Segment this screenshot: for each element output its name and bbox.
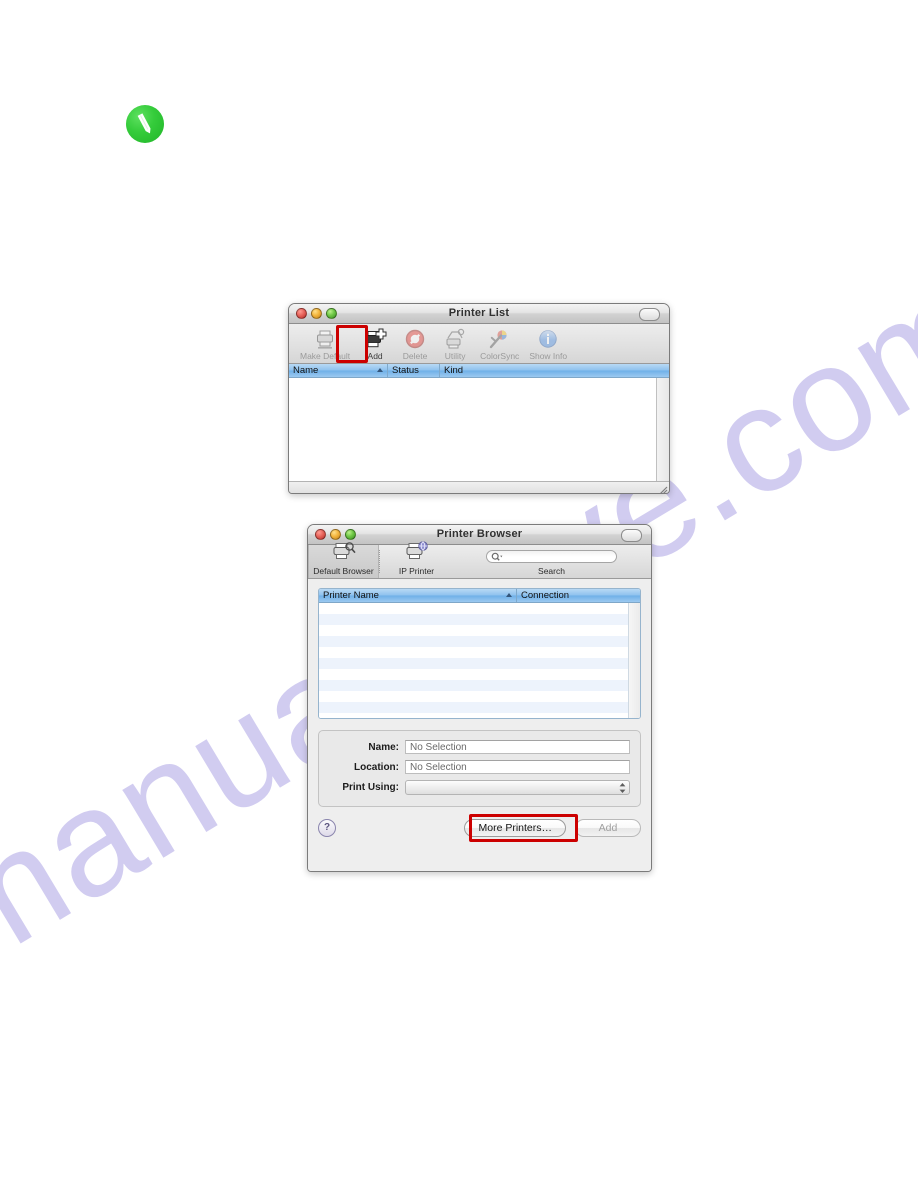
close-button[interactable] [315, 529, 326, 540]
print-using-select[interactable] [405, 780, 630, 795]
minimize-button[interactable] [330, 529, 341, 540]
printer-list-title: Printer List [448, 307, 510, 319]
help-button[interactable]: ? [318, 819, 336, 837]
column-header-printer-name-label: Printer Name [323, 590, 379, 601]
toolbar-toggle-button[interactable] [639, 308, 660, 321]
printer-list-column-headers: Name Status Kind [289, 364, 669, 378]
toolbar-show-info-button[interactable]: Show Info [524, 327, 572, 362]
name-field[interactable]: No Selection [405, 740, 630, 754]
printer-default-icon [314, 328, 336, 350]
field-row-print-using: Print Using: [329, 780, 630, 795]
column-header-connection-label: Connection [521, 590, 570, 601]
sort-ascending-icon [506, 593, 512, 597]
list-item[interactable] [319, 702, 640, 713]
printer-browser-column-headers: Printer Name Connection [319, 589, 640, 603]
search-input[interactable] [486, 550, 617, 563]
toolbar-add-label: Add [367, 351, 383, 361]
colorsync-icon [488, 328, 512, 350]
list-item[interactable] [319, 691, 640, 702]
toolbar-show-info-label: Show Info [529, 351, 568, 361]
column-header-kind-label: Kind [444, 365, 464, 376]
location-field[interactable]: No Selection [405, 760, 630, 774]
list-item[interactable] [319, 636, 640, 647]
printer-browser-list-scrollbar[interactable] [628, 603, 640, 718]
window-traffic-lights [315, 529, 356, 540]
printer-browser-title: Printer Browser [436, 528, 523, 540]
toolbar-colorsync-button[interactable]: ColorSync [475, 327, 524, 362]
print-using-label: Print Using: [342, 782, 399, 793]
tab-ip-printer-label: IP Printer [398, 566, 435, 576]
column-header-connection[interactable]: Connection [516, 589, 640, 602]
stepper-arrows-icon [619, 783, 626, 793]
printer-list-titlebar[interactable]: Printer List [289, 304, 669, 324]
minimize-button[interactable] [311, 308, 322, 319]
add-printer-button[interactable]: Add [575, 819, 641, 837]
search-area: Search [452, 545, 651, 578]
printer-info-panel: Name: No Selection Location: No Selectio… [318, 730, 641, 807]
toolbar-add-button[interactable]: Add [355, 327, 395, 362]
more-printers-button[interactable]: More Printers… [464, 819, 566, 837]
list-item[interactable] [319, 603, 640, 614]
printer-browser-list-rows[interactable] [319, 603, 640, 718]
column-header-kind[interactable]: Kind [439, 364, 657, 377]
printer-list-toolbar: Make Default Add Delete Utility ColorSyn… [289, 324, 669, 364]
column-header-name[interactable]: Name [289, 364, 387, 377]
column-header-status[interactable]: Status [387, 364, 439, 377]
toolbar-delete-button[interactable]: Delete [395, 327, 435, 362]
printer-browser-body: Printer Name Connection Name: No Selecti… [308, 579, 651, 871]
sort-ascending-icon [377, 368, 383, 372]
list-item[interactable] [319, 658, 640, 669]
tab-default-browser[interactable]: Default Browser [308, 542, 379, 578]
printer-list-footer [289, 482, 669, 494]
info-circle-icon [537, 328, 559, 350]
printer-ip-icon [404, 541, 430, 565]
printer-add-icon [363, 328, 387, 350]
printer-browser-toolbar: Default Browser IP Printer Search [308, 541, 651, 579]
toolbar-delete-label: Delete [402, 351, 428, 361]
zoom-button[interactable] [326, 308, 337, 319]
search-magnifier-icon [491, 552, 503, 561]
toolbar-make-default-button[interactable]: Make Default [295, 327, 355, 362]
window-traffic-lights [296, 308, 337, 319]
printer-browse-icon [331, 541, 357, 565]
resize-grip-icon[interactable] [656, 484, 668, 494]
printer-browser-window[interactable]: Printer Browser Default Browser IP Print… [307, 524, 652, 872]
green-pencil-note-icon [126, 105, 164, 143]
column-header-status-label: Status [392, 365, 419, 376]
tab-default-browser-label: Default Browser [313, 566, 374, 576]
column-header-name-label: Name [293, 365, 319, 376]
list-item[interactable] [319, 647, 640, 658]
toolbar-utility-button[interactable]: Utility [435, 327, 475, 362]
toolbar-utility-label: Utility [444, 351, 466, 361]
toolbar-toggle-button[interactable] [621, 529, 642, 542]
list-item[interactable] [319, 669, 640, 680]
location-field-label: Location: [354, 761, 399, 773]
zoom-button[interactable] [345, 529, 356, 540]
search-label: Search [538, 566, 565, 576]
printer-list-vertical-scrollbar[interactable] [656, 378, 669, 481]
toolbar-make-default-label: Make Default [300, 351, 351, 361]
list-item[interactable] [319, 614, 640, 625]
toolbar-colorsync-label: ColorSync [480, 351, 520, 361]
field-row-name: Name: No Selection [329, 740, 630, 754]
tab-ip-printer[interactable]: IP Printer [381, 541, 452, 578]
delete-prohibit-icon [404, 328, 426, 350]
chevron-down-icon [500, 555, 503, 557]
column-header-printer-name[interactable]: Printer Name [319, 589, 516, 602]
printer-browser-list[interactable]: Printer Name Connection [318, 588, 641, 719]
list-item[interactable] [319, 680, 640, 691]
printer-list-body[interactable] [289, 378, 669, 482]
printer-browser-titlebar[interactable]: Printer Browser [308, 525, 651, 545]
utility-printer-icon [443, 328, 467, 350]
close-button[interactable] [296, 308, 307, 319]
list-item[interactable] [319, 625, 640, 636]
name-field-label: Name: [368, 741, 399, 753]
printer-browser-actions: ? More Printers… Add [318, 814, 641, 842]
printer-list-window[interactable]: Printer List Make Default Add Delete Uti… [288, 303, 670, 494]
field-row-location: Location: No Selection [329, 760, 630, 774]
